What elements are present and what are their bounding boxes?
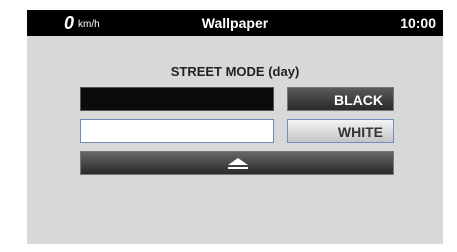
screen-title: Wallpaper bbox=[201, 15, 269, 31]
up-button[interactable] bbox=[80, 151, 394, 175]
eject-up-arrow-icon bbox=[228, 158, 248, 169]
white-swatch-preview bbox=[80, 119, 274, 143]
white-button[interactable]: WHITE bbox=[287, 119, 394, 143]
clock: 10:00 bbox=[400, 15, 436, 31]
status-bar: 0 km/h Wallpaper 10:00 bbox=[27, 10, 443, 36]
black-swatch-preview bbox=[80, 87, 274, 111]
display-screen: 0 km/h Wallpaper 10:00 STREET MODE (day)… bbox=[27, 10, 443, 244]
mode-label: STREET MODE (day) bbox=[170, 64, 300, 79]
black-button[interactable]: BLACK bbox=[287, 87, 394, 111]
